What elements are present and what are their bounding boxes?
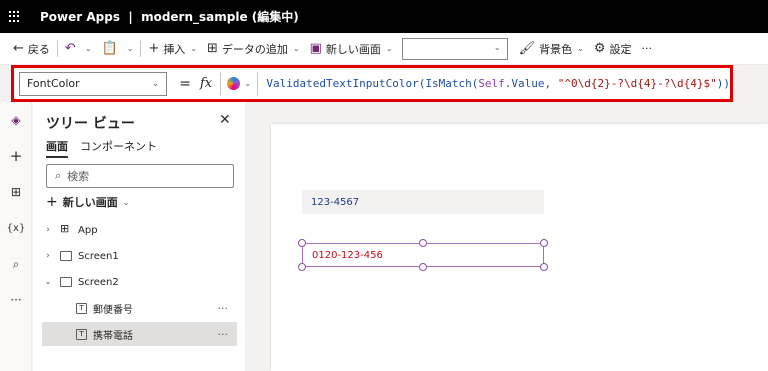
chevron-right-icon[interactable]: ›	[42, 225, 54, 235]
fx-icon[interactable]: fx	[200, 76, 212, 91]
chevron-down-icon: ⌄	[122, 197, 130, 207]
postal-code-input[interactable]: 123-4567	[302, 190, 544, 214]
resize-handle-bottom-left[interactable]	[298, 263, 306, 271]
undo-icon: ↶	[64, 41, 76, 56]
chevron-down-icon: ⌄	[190, 44, 198, 53]
chevron-down-icon: ⌄	[151, 78, 160, 89]
paint-icon: 🖌	[518, 41, 536, 56]
left-rail: ◈ + ⊞ {x} ⌕ ···	[0, 102, 32, 371]
resize-handle-bottom-right[interactable]	[540, 263, 548, 271]
search-rail-button[interactable]: ⌕	[0, 246, 32, 282]
insert-button[interactable]: + 挿入 ⌄	[143, 37, 202, 61]
insert-rail-button[interactable]: +	[0, 138, 32, 174]
background-button[interactable]: 🖌 背景色 ⌄	[514, 37, 589, 61]
app-screen[interactable]: 123-4567 0120-123-456	[271, 124, 768, 371]
tree-item-app[interactable]: › ⊞ App	[42, 218, 237, 242]
tree-item-screen2[interactable]: ⌄ Screen2	[42, 270, 237, 294]
tree-view-button[interactable]: ◈	[0, 102, 32, 138]
app-icon: ⊞	[60, 222, 70, 235]
panel-title: ツリー ビュー	[46, 116, 135, 132]
gear-icon: ⚙	[593, 41, 606, 56]
layers-icon: ◈	[11, 113, 21, 127]
data-rail-button[interactable]: ⊞	[0, 174, 32, 210]
variables-icon: {x}	[6, 222, 26, 234]
more-button[interactable]: ···	[637, 37, 658, 61]
chevron-down-icon[interactable]: ⌄	[42, 277, 54, 287]
more-icon[interactable]: ···	[218, 328, 229, 341]
add-data-button[interactable]: ⊞ データの追加 ⌄	[202, 37, 305, 61]
formula-input[interactable]: ValidatedTextInputColor(IsMatch(Self.Val…	[266, 77, 730, 90]
table-icon: ⊞	[207, 41, 218, 56]
tree-item-postal-code[interactable]: T 郵便番号 ···	[42, 296, 237, 320]
equals-sign: =	[179, 75, 191, 92]
arrow-left-icon: ←	[13, 41, 24, 56]
chevron-down-icon: ⌄	[126, 44, 134, 53]
chevron-down-icon: ⌄	[84, 44, 92, 53]
search-input[interactable]: ⌕ 検索	[46, 164, 234, 188]
divider	[140, 40, 142, 57]
more-rail-button[interactable]: ···	[0, 282, 32, 318]
canvas-area: 123-4567 0120-123-456	[246, 102, 768, 371]
chevron-down-icon: ⌄	[577, 44, 584, 53]
search-icon: ⌕	[55, 169, 62, 182]
clipboard-icon: 📋	[101, 41, 118, 56]
tree-item-mobile-phone[interactable]: T 携帯電話 ···	[42, 322, 237, 346]
plus-icon: +	[46, 194, 58, 210]
tree-view-panel: ツリー ビュー ✕ 画面 コンポーネント ⌕ 検索 + 新しい画面 ⌄ › ⊞ …	[33, 102, 245, 371]
screen-icon	[60, 251, 72, 261]
settings-button[interactable]: ⚙ 設定	[589, 37, 637, 61]
chevron-down-icon: ⌄	[244, 79, 252, 88]
screen-icon	[60, 277, 72, 287]
resize-handle-top-right[interactable]	[540, 239, 548, 247]
search-icon: ⌕	[12, 256, 20, 271]
chevron-down-icon: ⌄	[493, 42, 501, 52]
divider	[56, 40, 58, 57]
back-button[interactable]: ← 戻る	[8, 37, 55, 61]
tab-components[interactable]: コンポーネント	[80, 138, 157, 154]
close-icon[interactable]: ✕	[219, 112, 231, 128]
chevron-right-icon[interactable]: ›	[42, 251, 54, 261]
tree-item-screen1[interactable]: › Screen1	[42, 244, 237, 268]
tab-screens[interactable]: 画面	[46, 138, 68, 158]
plus-icon: +	[9, 147, 23, 165]
plus-icon: +	[148, 41, 160, 56]
table-icon: ⊞	[10, 185, 22, 199]
resize-handle-top[interactable]	[419, 239, 427, 247]
chevron-down-icon: ⌄	[292, 44, 300, 53]
command-bar: ← 戻る ↶ ⌄ 📋 ⌄ + 挿入 ⌄ ⊞ データの追加 ⌄ ▣ 新しい画面 ⌄…	[0, 33, 768, 65]
variables-rail-button[interactable]: {x}	[0, 210, 32, 246]
copilot-icon	[227, 77, 241, 90]
resize-handle-top-left[interactable]	[298, 239, 306, 247]
more-icon: ···	[10, 293, 22, 307]
paste-button[interactable]: 📋 ⌄	[97, 37, 139, 61]
app-launcher-icon[interactable]	[9, 10, 21, 23]
new-screen-button[interactable]: + 新しい画面 ⌄	[46, 194, 129, 210]
undo-button[interactable]: ↶ ⌄	[60, 37, 97, 61]
new-screen-button[interactable]: ▣ 新しい画面 ⌄	[305, 37, 398, 61]
formula-bar: FontColor ⌄ = fx ⌄ ValidatedTextInputCol…	[11, 65, 733, 102]
copilot-button[interactable]: ⌄	[220, 72, 259, 95]
text-input-icon: T	[76, 328, 87, 340]
chevron-down-icon: ⌄	[385, 44, 393, 53]
property-dropdown[interactable]: FontColor ⌄	[19, 71, 168, 96]
new-screen-icon: ▣	[309, 41, 322, 56]
title-bar: Power Apps | modern_sample (編集中)	[0, 0, 768, 33]
more-icon[interactable]: ···	[218, 302, 229, 315]
resize-handle-bottom[interactable]	[419, 263, 427, 271]
app-title: Power Apps | modern_sample (編集中)	[40, 10, 299, 24]
control-dropdown[interactable]: ⌄	[401, 37, 508, 60]
text-input-icon: T	[76, 302, 87, 314]
